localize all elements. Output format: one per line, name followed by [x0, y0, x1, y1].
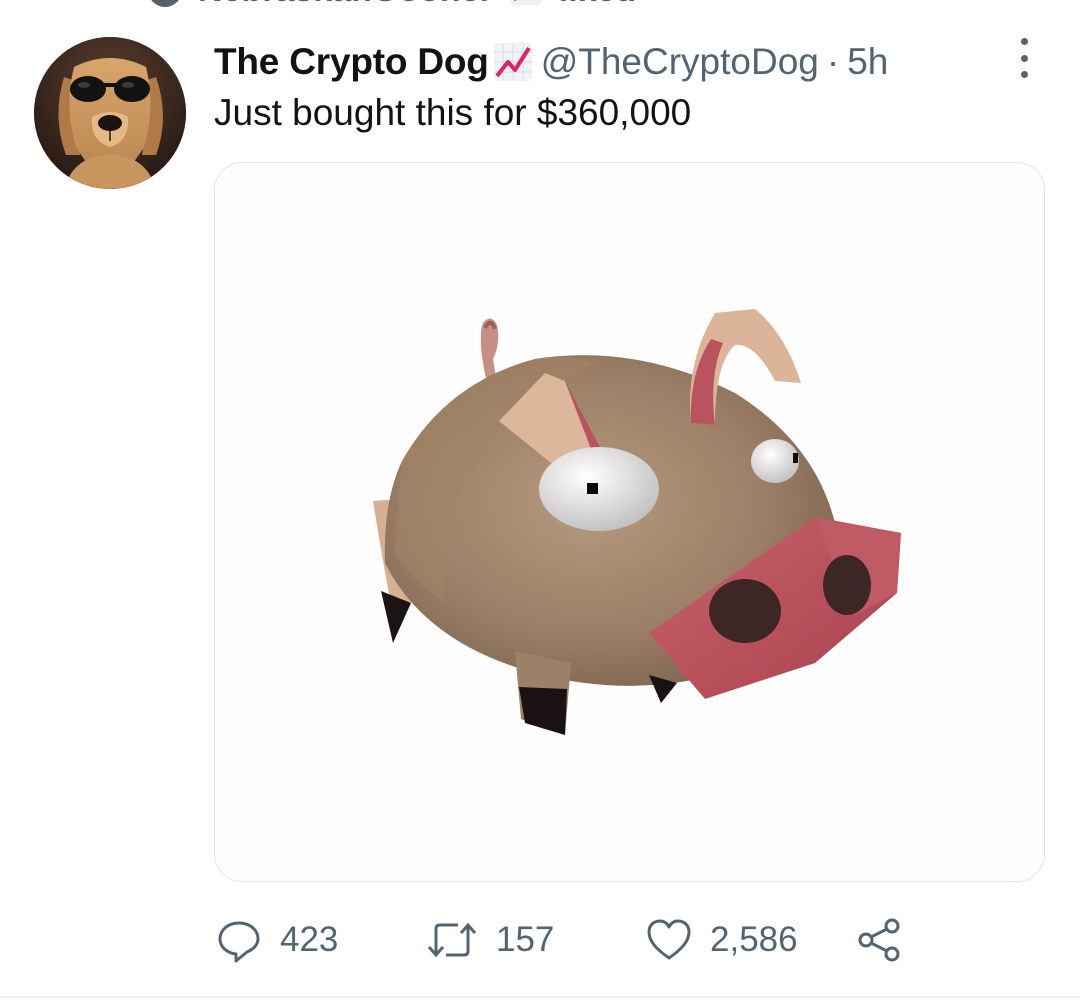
divider [0, 996, 1080, 998]
tweet-text: Just bought this for $360,000 [214, 92, 692, 133]
reply-button[interactable]: 423 [216, 917, 426, 963]
social-context[interactable]: NebraskanGooner liked [148, 0, 636, 10]
low-poly-pig-image [373, 309, 901, 735]
author-handle[interactable]: @TheCryptoDog [541, 41, 819, 83]
heart-filled-icon [148, 0, 182, 7]
social-context-user[interactable]: NebraskanGooner [198, 0, 493, 10]
dog-with-sunglasses-avatar [34, 37, 186, 189]
tweet-view: NebraskanGooner liked [0, 0, 1080, 1003]
separator-dot: · [826, 41, 840, 82]
heart-icon [647, 919, 691, 960]
timestamp[interactable]: 5h [847, 41, 888, 83]
share-button[interactable] [856, 916, 904, 964]
like-button[interactable]: 2,586 [646, 917, 856, 963]
share-icon [858, 918, 900, 962]
social-context-action: liked [559, 0, 636, 10]
retweet-icon [427, 922, 477, 958]
author-display-name[interactable]: The Crypto Dog [214, 41, 489, 83]
tweet-media[interactable] [214, 162, 1045, 882]
more-options-icon[interactable] [1010, 38, 1038, 78]
tweet-actions: 423 157 2,586 [216, 914, 904, 966]
chart-increasing-icon [510, 0, 542, 6]
reply-icon [218, 921, 260, 963]
avatar[interactable] [34, 37, 186, 189]
tweet-header: The Crypto Dog @TheCryptoDog · 5h [214, 36, 888, 88]
reply-count: 423 [280, 920, 339, 959]
retweet-button[interactable]: 157 [426, 917, 646, 963]
chart-increasing-icon [493, 43, 532, 81]
like-count: 2,586 [710, 920, 798, 959]
retweet-count: 157 [496, 920, 555, 959]
